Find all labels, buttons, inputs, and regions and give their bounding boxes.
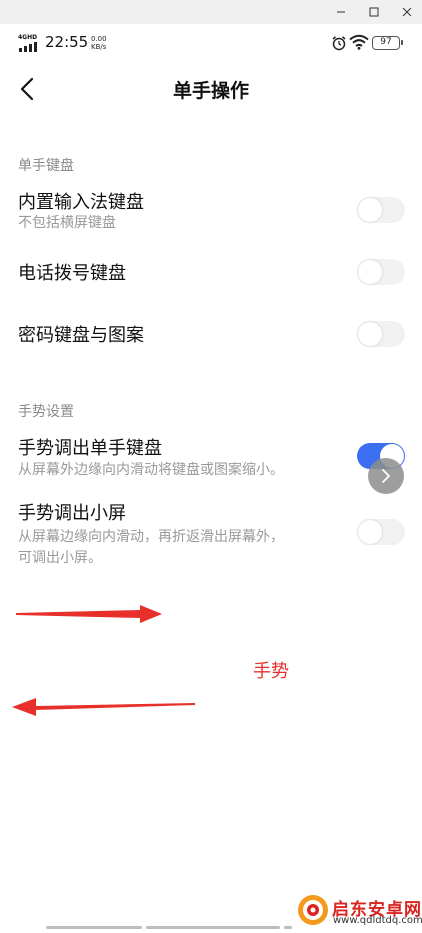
dialer-keyboard-toggle[interactable] xyxy=(357,259,405,285)
annotation-arrows xyxy=(12,605,195,716)
gesture-one-hand-keyboard-title: 手势调出单手键盘 xyxy=(18,438,162,459)
gesture-small-screen-subtitle-line1: 从屏幕边缘向内滑动，再折返滑出屏幕外， xyxy=(18,529,284,545)
network-speed: 0.00 KB/s xyxy=(91,35,107,51)
page-title: 单手操作 xyxy=(172,80,249,102)
arrow-left xyxy=(12,698,195,716)
maximize-icon[interactable] xyxy=(357,0,391,24)
arrow-right xyxy=(16,605,162,623)
alarm-icon xyxy=(331,35,347,55)
password-keyboard-title: 密码键盘与图案 xyxy=(18,325,144,346)
network-speed-unit: KB/s xyxy=(91,43,107,51)
gesture-small-screen-subtitle-line2: 可调出小屏。 xyxy=(18,550,102,566)
window-titlebar xyxy=(0,0,422,24)
gesture-navigation-bar[interactable] xyxy=(0,924,422,933)
watermark-logo-icon xyxy=(298,895,328,925)
gesture-small-screen-toggle[interactable] xyxy=(357,519,405,545)
battery-level: 97 xyxy=(380,37,392,47)
status-time: 22:55 xyxy=(45,33,89,51)
network-type: 4GHD xyxy=(18,34,38,41)
password-keyboard-toggle[interactable] xyxy=(357,321,405,347)
close-icon[interactable] xyxy=(390,0,422,24)
builtin-ime-keyboard-subtitle: 不包括横屏键盘 xyxy=(18,215,116,231)
battery-icon: 97 xyxy=(372,36,403,50)
status-bar: 4GHD 22:55 0.00 KB/s 97 xyxy=(0,24,422,64)
chevron-right-icon xyxy=(382,469,390,483)
gesture-one-hand-keyboard-subtitle: 从屏幕外边缘向内滑动将键盘或图案缩小。 xyxy=(18,462,284,478)
section-header-one-hand-keyboard: 单手键盘 xyxy=(18,158,74,174)
cellular-signal-icon: 4GHD xyxy=(18,34,42,54)
builtin-ime-keyboard-toggle[interactable] xyxy=(357,197,405,223)
gesture-small-screen-title: 手势调出小屏 xyxy=(18,503,126,524)
wifi-icon xyxy=(349,34,369,54)
section-header-gesture-settings: 手势设置 xyxy=(18,404,74,420)
network-speed-value: 0.00 xyxy=(91,35,107,43)
minimize-icon[interactable] xyxy=(324,0,358,24)
floating-ball-button[interactable] xyxy=(368,458,404,494)
dialer-keyboard-title: 电话拨号键盘 xyxy=(18,263,126,284)
annotation-gesture-label: 手势 xyxy=(253,661,289,682)
builtin-ime-keyboard-title: 内置输入法键盘 xyxy=(18,192,144,213)
